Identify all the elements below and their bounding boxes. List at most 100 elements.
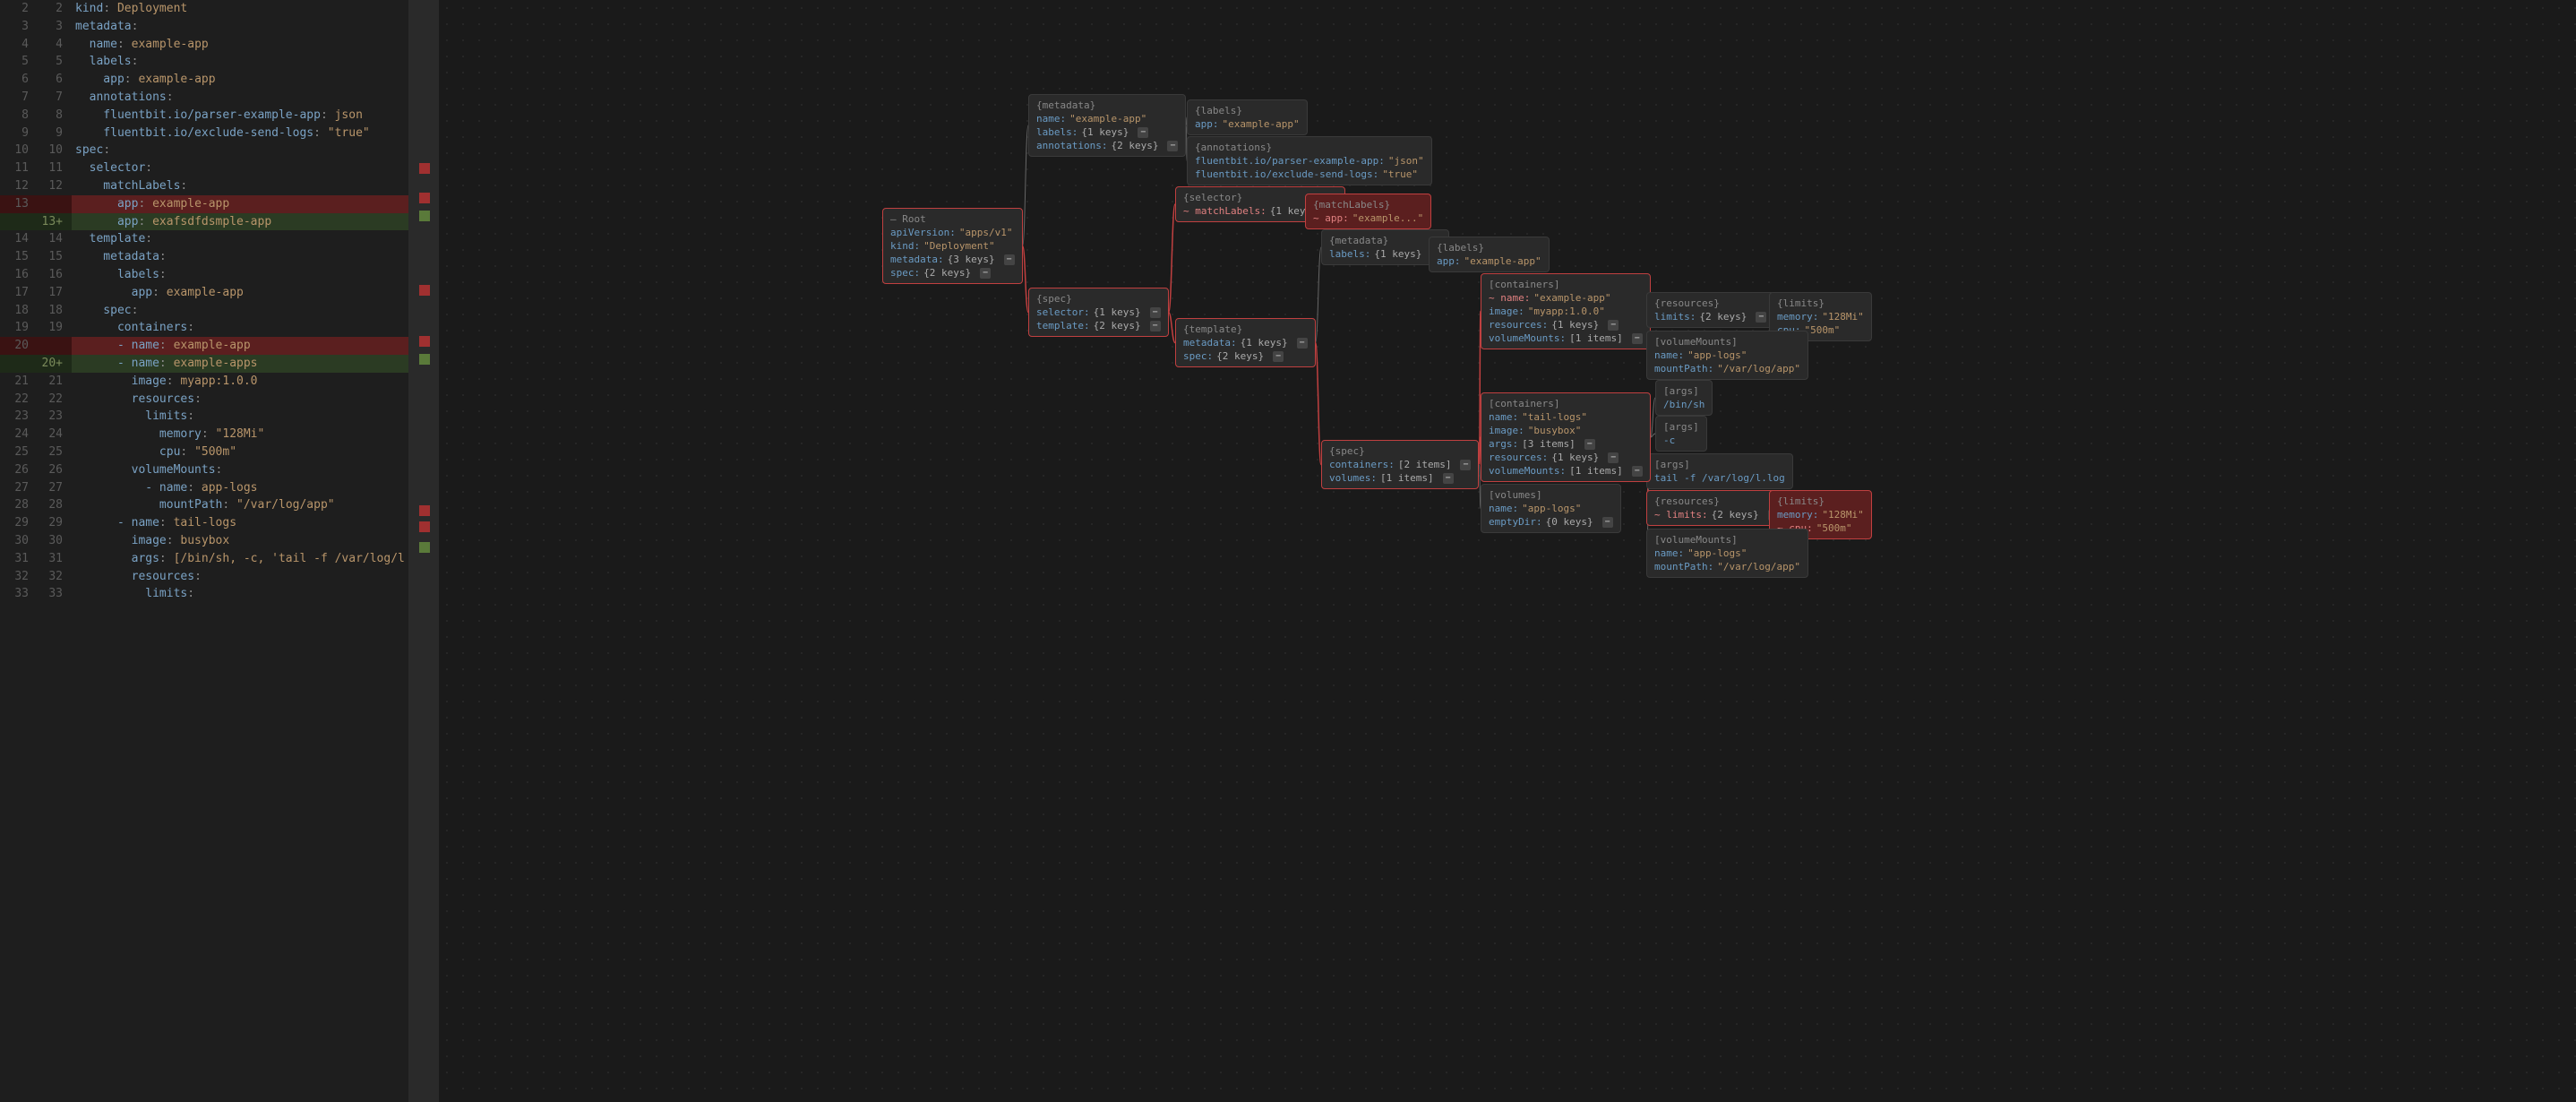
code-line[interactable]: 1212 matchLabels: bbox=[0, 177, 439, 195]
node-title: {limits} bbox=[1777, 297, 1864, 310]
node-property: -c bbox=[1663, 434, 1699, 447]
graph-node[interactable]: {annotations}fluentbit.io/parser-example… bbox=[1187, 136, 1432, 185]
node-property: template: {2 keys}− bbox=[1036, 319, 1161, 332]
code-line[interactable]: 1717 app: example-app bbox=[0, 284, 439, 302]
node-property: image: "myapp:1.0.0" bbox=[1489, 305, 1643, 318]
code-line[interactable]: 1111 selector: bbox=[0, 159, 439, 177]
code-line[interactable]: 13+ app: exafsdfdsmple-app bbox=[0, 213, 439, 231]
node-title: [volumeMounts] bbox=[1654, 533, 1800, 547]
code-line[interactable]: 2727 - name: app-logs bbox=[0, 479, 439, 497]
code-line[interactable]: 1919 containers: bbox=[0, 319, 439, 337]
minimap-marker[interactable] bbox=[419, 211, 430, 221]
expand-button[interactable]: − bbox=[1004, 254, 1015, 265]
graph-node[interactable]: {labels}app: "example-app" bbox=[1429, 237, 1550, 272]
graph-node[interactable]: [volumes]name: "app-logs"emptyDir: {0 ke… bbox=[1481, 484, 1621, 533]
expand-button[interactable]: − bbox=[1297, 338, 1308, 349]
code-line[interactable]: 2929 - name: tail-logs bbox=[0, 514, 439, 532]
code-line[interactable]: 66 app: example-app bbox=[0, 71, 439, 89]
code-line[interactable]: 2222 resources: bbox=[0, 391, 439, 409]
minimap-marker[interactable] bbox=[419, 285, 430, 296]
code-line[interactable]: 2424 memory: "128Mi" bbox=[0, 426, 439, 443]
node-property: app: "example-app" bbox=[1195, 117, 1300, 131]
code-line[interactable]: 2121 image: myapp:1.0.0 bbox=[0, 373, 439, 391]
node-title: {labels} bbox=[1437, 241, 1541, 254]
node-title: {annotations} bbox=[1195, 141, 1424, 154]
code-line[interactable]: 22kind: Deployment bbox=[0, 0, 439, 18]
expand-button[interactable]: − bbox=[1167, 141, 1178, 151]
node-property: mountPath: "/var/log/app" bbox=[1654, 560, 1800, 573]
graph-node[interactable]: {template}metadata: {1 keys}−spec: {2 ke… bbox=[1175, 318, 1316, 367]
expand-button[interactable]: − bbox=[1273, 351, 1284, 362]
expand-button[interactable]: − bbox=[1632, 466, 1643, 477]
code-line[interactable]: 77 annotations: bbox=[0, 89, 439, 107]
graph-node[interactable]: {metadata}name: "example-app"labels: {1 … bbox=[1028, 94, 1186, 157]
code-line[interactable]: 2828 mountPath: "/var/log/app" bbox=[0, 496, 439, 514]
graph-node[interactable]: {resources}limits: {2 keys}− bbox=[1646, 292, 1774, 328]
minimap-marker[interactable] bbox=[419, 163, 430, 174]
node-title: [args] bbox=[1663, 384, 1704, 398]
code-line[interactable]: 13 app: example-app bbox=[0, 195, 439, 213]
minimap-marker[interactable] bbox=[419, 505, 430, 516]
node-property: containers: [2 items]− bbox=[1329, 458, 1471, 471]
graph-node[interactable]: [args]-c bbox=[1655, 416, 1707, 452]
graph-node[interactable]: {resources}~ limits: {2 keys}− bbox=[1646, 490, 1787, 526]
code-line[interactable]: 3131 args: [/bin/sh, -c, 'tail -f /var/l… bbox=[0, 550, 439, 568]
code-line[interactable]: 44 name: example-app bbox=[0, 36, 439, 54]
node-property: /bin/sh bbox=[1663, 398, 1704, 411]
expand-button[interactable]: − bbox=[1443, 473, 1454, 484]
code-line[interactable]: 20 - name: example-app bbox=[0, 337, 439, 355]
node-title: — Root bbox=[890, 212, 1015, 226]
code-line[interactable]: 99 fluentbit.io/exclude-send-logs: "true… bbox=[0, 125, 439, 142]
minimap-marker[interactable] bbox=[419, 542, 430, 553]
expand-button[interactable]: − bbox=[1608, 320, 1619, 331]
expand-button[interactable]: − bbox=[1460, 460, 1471, 470]
graph-node[interactable]: {matchLabels}~ app: "example..." bbox=[1305, 194, 1431, 229]
code-line[interactable]: 3030 image: busybox bbox=[0, 532, 439, 550]
code-line[interactable]: 2323 limits: bbox=[0, 408, 439, 426]
code-line[interactable]: 1414 template: bbox=[0, 230, 439, 248]
graph-node[interactable]: {labels}app: "example-app" bbox=[1187, 99, 1308, 135]
code-line[interactable]: 2525 cpu: "500m" bbox=[0, 443, 439, 461]
graph-view[interactable]: — RootapiVersion: "apps/v1"kind: "Deploy… bbox=[439, 0, 2576, 1102]
code-line[interactable]: 1010spec: bbox=[0, 142, 439, 159]
code-line[interactable]: 3232 resources: bbox=[0, 568, 439, 586]
expand-button[interactable]: − bbox=[1756, 312, 1766, 323]
graph-node[interactable]: [containers]~ name: "example-app"image: … bbox=[1481, 273, 1651, 349]
graph-node[interactable]: — RootapiVersion: "apps/v1"kind: "Deploy… bbox=[882, 208, 1023, 284]
code-line[interactable]: 88 fluentbit.io/parser-example-app: json bbox=[0, 107, 439, 125]
code-editor[interactable]: 22kind: Deployment33metadata:44 name: ex… bbox=[0, 0, 439, 1102]
graph-node[interactable]: {spec}selector: {1 keys}−template: {2 ke… bbox=[1028, 288, 1169, 337]
expand-button[interactable]: − bbox=[1138, 127, 1148, 138]
minimap[interactable] bbox=[408, 0, 439, 1102]
graph-node[interactable]: [containers]name: "tail-logs"image: "bus… bbox=[1481, 392, 1651, 482]
code-line[interactable]: 2626 volumeMounts: bbox=[0, 461, 439, 479]
code-line[interactable]: 1818 spec: bbox=[0, 302, 439, 320]
node-property: spec: {2 keys}− bbox=[890, 266, 1015, 280]
minimap-marker[interactable] bbox=[419, 521, 430, 532]
expand-button[interactable]: − bbox=[1150, 307, 1161, 318]
expand-button[interactable]: − bbox=[1602, 517, 1613, 528]
node-title: [volumeMounts] bbox=[1654, 335, 1800, 349]
expand-button[interactable]: − bbox=[1584, 439, 1595, 450]
graph-node[interactable]: [args]tail -f /var/log/l.log bbox=[1646, 453, 1793, 489]
graph-node[interactable]: [volumeMounts]name: "app-logs"mountPath:… bbox=[1646, 331, 1808, 380]
expand-button[interactable]: − bbox=[1608, 452, 1619, 463]
graph-node[interactable]: [args]/bin/sh bbox=[1655, 380, 1713, 416]
graph-node[interactable]: [volumeMounts]name: "app-logs"mountPath:… bbox=[1646, 529, 1808, 578]
code-line[interactable]: 3333 limits: bbox=[0, 585, 439, 603]
expand-button[interactable]: − bbox=[1150, 321, 1161, 331]
minimap-marker[interactable] bbox=[419, 354, 430, 365]
minimap-marker[interactable] bbox=[419, 336, 430, 347]
code-line[interactable]: 20+ - name: example-apps bbox=[0, 355, 439, 373]
node-property: volumeMounts: [1 items]− bbox=[1489, 331, 1643, 345]
node-property: ~ limits: {2 keys}− bbox=[1654, 508, 1779, 521]
minimap-marker[interactable] bbox=[419, 193, 430, 203]
code-line[interactable]: 55 labels: bbox=[0, 53, 439, 71]
code-line[interactable]: 1616 labels: bbox=[0, 266, 439, 284]
node-property: name: "tail-logs" bbox=[1489, 410, 1643, 424]
code-line[interactable]: 33metadata: bbox=[0, 18, 439, 36]
expand-button[interactable]: − bbox=[1632, 333, 1643, 344]
graph-node[interactable]: {spec}containers: [2 items]−volumes: [1 … bbox=[1321, 440, 1479, 489]
expand-button[interactable]: − bbox=[980, 268, 991, 279]
code-line[interactable]: 1515 metadata: bbox=[0, 248, 439, 266]
